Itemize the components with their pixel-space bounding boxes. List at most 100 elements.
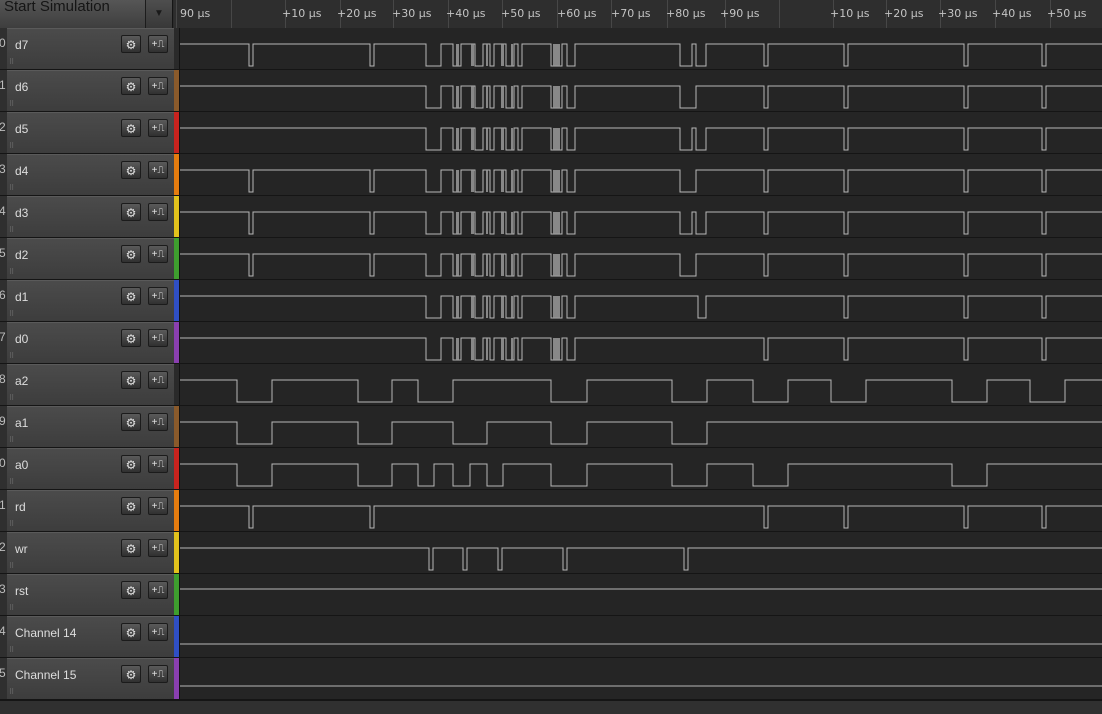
drag-grip-icon[interactable]: ⠿ bbox=[9, 100, 15, 108]
drag-grip-icon[interactable]: ⠿ bbox=[9, 604, 15, 612]
channel-trace-area[interactable] bbox=[179, 448, 1102, 489]
channel-settings-button[interactable]: ⚙ bbox=[121, 497, 141, 515]
channel-header[interactable]: rd ⠿ ⚙ +⎍ bbox=[7, 490, 174, 531]
channel-name[interactable]: d6 bbox=[15, 80, 28, 94]
channel-trace-area[interactable] bbox=[179, 616, 1102, 657]
channel-header[interactable]: d0 ⠿ ⚙ +⎍ bbox=[7, 322, 174, 363]
channel-name[interactable]: d2 bbox=[15, 248, 28, 262]
channel-name[interactable]: Channel 14 bbox=[15, 626, 76, 640]
channel-settings-button[interactable]: ⚙ bbox=[121, 413, 141, 431]
channel-settings-button[interactable]: ⚙ bbox=[121, 371, 141, 389]
channel-header[interactable]: d2 ⠿ ⚙ +⎍ bbox=[7, 238, 174, 279]
channel-trigger-button[interactable]: +⎍ bbox=[148, 539, 168, 557]
drag-grip-icon[interactable]: ⠿ bbox=[9, 478, 15, 486]
channel-trigger-button[interactable]: +⎍ bbox=[148, 455, 168, 473]
channel-name[interactable]: a1 bbox=[15, 416, 28, 430]
channel-header[interactable]: rst ⠿ ⚙ +⎍ bbox=[7, 574, 174, 615]
channel-settings-button[interactable]: ⚙ bbox=[121, 77, 141, 95]
channel-name[interactable]: d1 bbox=[15, 290, 28, 304]
channel-settings-button[interactable]: ⚙ bbox=[121, 665, 141, 683]
channel-trigger-button[interactable]: +⎍ bbox=[148, 161, 168, 179]
channel-header[interactable]: Channel 14 ⠿ ⚙ +⎍ bbox=[7, 616, 174, 657]
drag-grip-icon[interactable]: ⠿ bbox=[9, 184, 15, 192]
channel-name[interactable]: Channel 15 bbox=[15, 668, 76, 682]
drag-grip-icon[interactable]: ⠿ bbox=[9, 688, 15, 696]
drag-grip-icon[interactable]: ⠿ bbox=[9, 394, 15, 402]
channel-trace-area[interactable] bbox=[179, 238, 1102, 279]
channel-name[interactable]: d0 bbox=[15, 332, 28, 346]
channel-trace-area[interactable] bbox=[179, 532, 1102, 573]
channel-trace-area[interactable] bbox=[179, 196, 1102, 237]
channel-header[interactable]: a1 ⠿ ⚙ +⎍ bbox=[7, 406, 174, 447]
channel-name[interactable]: d5 bbox=[15, 122, 28, 136]
channel-settings-button[interactable]: ⚙ bbox=[121, 581, 141, 599]
channel-trace-area[interactable] bbox=[179, 70, 1102, 111]
channel-settings-button[interactable]: ⚙ bbox=[121, 623, 141, 641]
channel-header[interactable]: d1 ⠿ ⚙ +⎍ bbox=[7, 280, 174, 321]
channel-trigger-button[interactable]: +⎍ bbox=[148, 497, 168, 515]
channel-header[interactable]: d6 ⠿ ⚙ +⎍ bbox=[7, 70, 174, 111]
channel-header[interactable]: d7 ⠿ ⚙ +⎍ bbox=[7, 28, 174, 69]
channel-trigger-button[interactable]: +⎍ bbox=[148, 371, 168, 389]
channel-header[interactable]: d3 ⠿ ⚙ +⎍ bbox=[7, 196, 174, 237]
drag-grip-icon[interactable]: ⠿ bbox=[9, 646, 15, 654]
start-simulation-button[interactable]: Start Simulation bbox=[0, 0, 146, 28]
channel-trigger-button[interactable]: +⎍ bbox=[148, 623, 168, 641]
channel-header[interactable]: wr ⠿ ⚙ +⎍ bbox=[7, 532, 174, 573]
drag-grip-icon[interactable]: ⠿ bbox=[9, 226, 15, 234]
channel-trigger-button[interactable]: +⎍ bbox=[148, 203, 168, 221]
channel-trace-area[interactable] bbox=[179, 406, 1102, 447]
channel-header[interactable]: a2 ⠿ ⚙ +⎍ bbox=[7, 364, 174, 405]
drag-grip-icon[interactable]: ⠿ bbox=[9, 268, 15, 276]
simulation-dropdown-button[interactable]: ▼ bbox=[146, 0, 173, 28]
drag-grip-icon[interactable]: ⠿ bbox=[9, 562, 15, 570]
channel-settings-button[interactable]: ⚙ bbox=[121, 539, 141, 557]
channel-trigger-button[interactable]: +⎍ bbox=[148, 119, 168, 137]
channel-trace-area[interactable] bbox=[179, 658, 1102, 699]
channel-settings-button[interactable]: ⚙ bbox=[121, 245, 141, 263]
channel-trigger-button[interactable]: +⎍ bbox=[148, 35, 168, 53]
channel-trigger-button[interactable]: +⎍ bbox=[148, 245, 168, 263]
channel-trace-area[interactable] bbox=[179, 574, 1102, 615]
drag-grip-icon[interactable]: ⠿ bbox=[9, 310, 15, 318]
channel-header[interactable]: d5 ⠿ ⚙ +⎍ bbox=[7, 112, 174, 153]
channel-name[interactable]: d4 bbox=[15, 164, 28, 178]
channel-name[interactable]: d3 bbox=[15, 206, 28, 220]
channel-settings-button[interactable]: ⚙ bbox=[121, 203, 141, 221]
channel-trigger-button[interactable]: +⎍ bbox=[148, 77, 168, 95]
drag-grip-icon[interactable]: ⠿ bbox=[9, 142, 15, 150]
channel-name[interactable]: wr bbox=[15, 542, 28, 556]
drag-grip-icon[interactable]: ⠿ bbox=[9, 352, 15, 360]
channel-settings-button[interactable]: ⚙ bbox=[121, 329, 141, 347]
channel-trace-area[interactable] bbox=[179, 322, 1102, 363]
channel-trigger-button[interactable]: +⎍ bbox=[148, 287, 168, 305]
channel-name[interactable]: d7 bbox=[15, 38, 28, 52]
channel-name[interactable]: rd bbox=[15, 500, 26, 514]
channel-settings-button[interactable]: ⚙ bbox=[121, 35, 141, 53]
channel-trigger-button[interactable]: +⎍ bbox=[148, 329, 168, 347]
channel-trace-area[interactable] bbox=[179, 364, 1102, 405]
channel-settings-button[interactable]: ⚙ bbox=[121, 287, 141, 305]
time-ruler[interactable]: 90 µs +10 µs +20 µs +30 µs +40 µs +50 µs +60 µ… bbox=[174, 0, 1102, 28]
channel-trace-area[interactable] bbox=[179, 112, 1102, 153]
channel-trace-area[interactable] bbox=[179, 154, 1102, 195]
channel-header[interactable]: a0 ⠿ ⚙ +⎍ bbox=[7, 448, 174, 489]
channel-trigger-button[interactable]: +⎍ bbox=[148, 413, 168, 431]
channel-trigger-button[interactable]: +⎍ bbox=[148, 581, 168, 599]
drag-grip-icon[interactable]: ⠿ bbox=[9, 58, 15, 66]
channel-header[interactable]: d4 ⠿ ⚙ +⎍ bbox=[7, 154, 174, 195]
horizontal-scrollbar[interactable] bbox=[0, 700, 1102, 714]
channel-trace-area[interactable] bbox=[179, 28, 1102, 69]
channel-name[interactable]: a0 bbox=[15, 458, 28, 472]
channel-settings-button[interactable]: ⚙ bbox=[121, 455, 141, 473]
channel-trace-area[interactable] bbox=[179, 490, 1102, 531]
channel-header[interactable]: Channel 15 ⠿ ⚙ +⎍ bbox=[7, 658, 174, 699]
channel-trace-area[interactable] bbox=[179, 280, 1102, 321]
channel-name[interactable]: a2 bbox=[15, 374, 28, 388]
channel-trigger-button[interactable]: +⎍ bbox=[148, 665, 168, 683]
drag-grip-icon[interactable]: ⠿ bbox=[9, 520, 15, 528]
channel-settings-button[interactable]: ⚙ bbox=[121, 161, 141, 179]
channel-name[interactable]: rst bbox=[15, 584, 28, 598]
drag-grip-icon[interactable]: ⠿ bbox=[9, 436, 15, 444]
channel-settings-button[interactable]: ⚙ bbox=[121, 119, 141, 137]
